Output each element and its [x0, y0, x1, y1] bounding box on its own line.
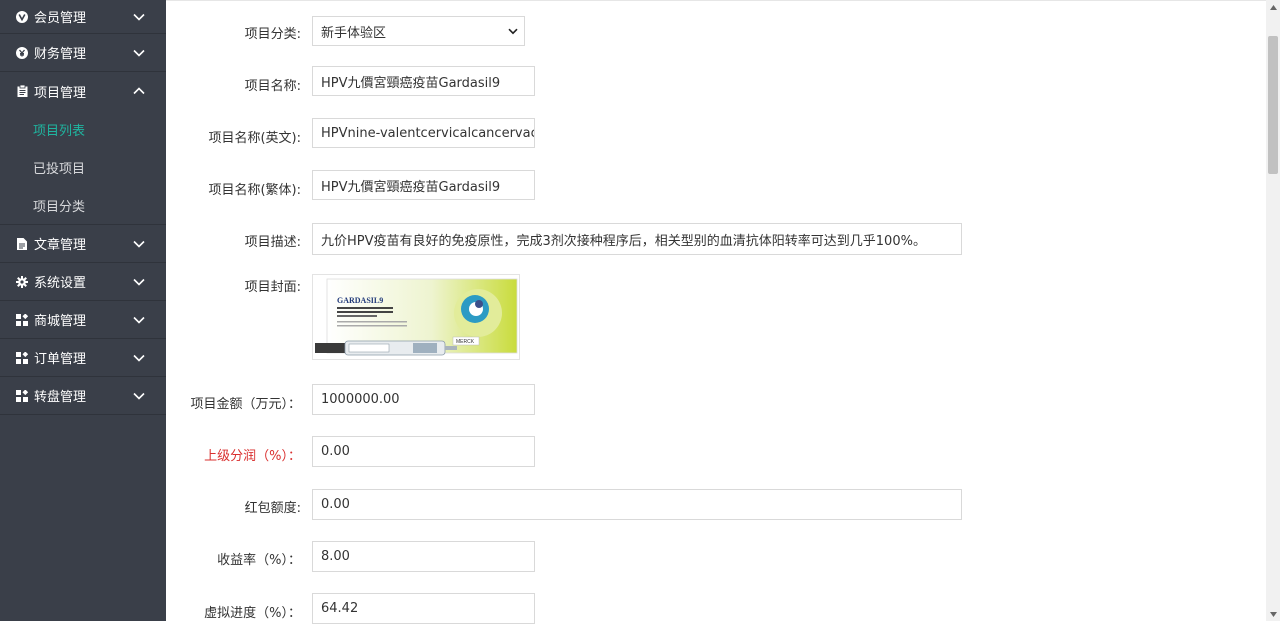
cover-brand-text: GARDASIL9	[337, 296, 383, 305]
sidebar-item-orders[interactable]: 订单管理	[0, 339, 166, 377]
description-input[interactable]: 九价HPV疫苗有良好的免疫原性，完成3剂次接种程序后，相关型别的血清抗体阳转率可…	[312, 223, 962, 255]
clipboard-icon	[16, 85, 28, 97]
sidebar-item-project[interactable]: 项目管理	[0, 72, 166, 110]
project-submenu: 项目列表 已投项目 项目分类	[0, 110, 166, 225]
sidebar-subitem-project-list[interactable]: 项目列表	[0, 110, 166, 148]
vertical-scrollbar[interactable]	[1266, 0, 1280, 621]
chevron-down-icon	[132, 46, 146, 60]
v-circle-icon	[16, 10, 28, 23]
sidebar-item-system-settings[interactable]: 系统设置	[0, 263, 166, 301]
commission-input[interactable]: 0.00	[312, 436, 535, 467]
document-icon	[16, 237, 28, 250]
yield-rate-input[interactable]: 8.00	[312, 541, 535, 572]
sidebar-item-label: 会员管理	[34, 11, 87, 26]
name-tw-input[interactable]: HPV九價宮頸癌疫苗Gardasil9	[312, 170, 535, 200]
sidebar-item-label: 文章管理	[34, 238, 87, 253]
progress-label: 虚拟进度（%）：	[204, 606, 301, 621]
cover-label: 项目封面:	[244, 280, 301, 295]
chevron-down-icon	[132, 313, 146, 327]
grid-icon	[16, 389, 28, 402]
sidebar-item-article[interactable]: 文章管理	[0, 225, 166, 263]
red-packet-input[interactable]: 0.00	[312, 489, 962, 520]
chevron-up-icon	[132, 84, 146, 98]
chevron-down-icon	[508, 24, 518, 39]
sidebar-item-label: 财务管理	[34, 47, 87, 62]
category-select[interactable]: 新手体验区	[312, 16, 525, 46]
gear-icon	[16, 275, 28, 288]
name-en-input[interactable]: HPVnine-valentcervicalcancervaccineGarda…	[312, 118, 535, 148]
amount-label: 项目金额（万元）：	[190, 397, 301, 412]
vaccine-box-image: GARDASIL9 MERCK	[315, 278, 518, 356]
sidebar-item-finance[interactable]: 财务管理	[0, 34, 166, 72]
chevron-down-icon	[132, 275, 146, 289]
chevron-down-icon	[132, 389, 146, 403]
scroll-down-arrow-icon[interactable]	[1266, 607, 1280, 621]
sidebar-item-label: 项目管理	[34, 85, 87, 101]
sidebar-item-label: 商城管理	[34, 314, 87, 329]
scroll-up-arrow-icon[interactable]	[1266, 0, 1280, 14]
sidebar-item-label: 订单管理	[34, 352, 87, 367]
amount-input[interactable]: 1000000.00	[312, 384, 535, 415]
cover-image[interactable]: GARDASIL9 MERCK	[312, 274, 520, 360]
category-select-value: 新手体验区	[321, 25, 387, 41]
red-packet-label: 红包额度:	[244, 501, 301, 516]
name-en-label: 项目名称(英文):	[208, 131, 301, 146]
name-tw-label: 项目名称(繁体):	[208, 183, 301, 198]
description-label: 项目描述:	[244, 235, 301, 250]
name-label: 项目名称:	[244, 79, 301, 94]
project-edit-form: 项目分类: 新手体验区 项目名称: HPV九價宮頸癌疫苗Gardasil9 项目…	[166, 0, 1266, 624]
yield-rate-label: 收益率（%）：	[217, 553, 301, 568]
category-label: 项目分类:	[244, 27, 301, 42]
sidebar-subitem-invested-projects[interactable]: 已投项目	[0, 148, 166, 186]
cover-maker-text: MERCK	[456, 339, 475, 345]
top-divider	[166, 0, 1266, 1]
scrollbar-thumb[interactable]	[1268, 36, 1278, 174]
sidebar-item-mall[interactable]: 商城管理	[0, 301, 166, 339]
sidebar-item-label: 系统设置	[34, 276, 87, 291]
grid-icon	[16, 313, 28, 326]
sidebar: 会员管理 财务管理 项目管理 项目列表 已投项目 项目分类 文章管理 系统设置 …	[0, 0, 166, 621]
yen-circle-icon	[16, 46, 28, 59]
commission-label: 上级分润（%）：	[204, 449, 301, 464]
progress-input[interactable]: 64.42	[312, 593, 535, 624]
name-input[interactable]: HPV九價宮頸癌疫苗Gardasil9	[312, 66, 535, 96]
chevron-down-icon	[132, 10, 146, 24]
chevron-down-icon	[132, 351, 146, 365]
sidebar-item-wheel[interactable]: 转盘管理	[0, 377, 166, 415]
grid-icon	[16, 351, 28, 364]
sidebar-item-member[interactable]: 会员管理	[0, 0, 166, 34]
chevron-down-icon	[132, 237, 146, 251]
sidebar-subitem-project-category[interactable]: 项目分类	[0, 186, 166, 224]
sidebar-item-label: 转盘管理	[34, 390, 87, 405]
